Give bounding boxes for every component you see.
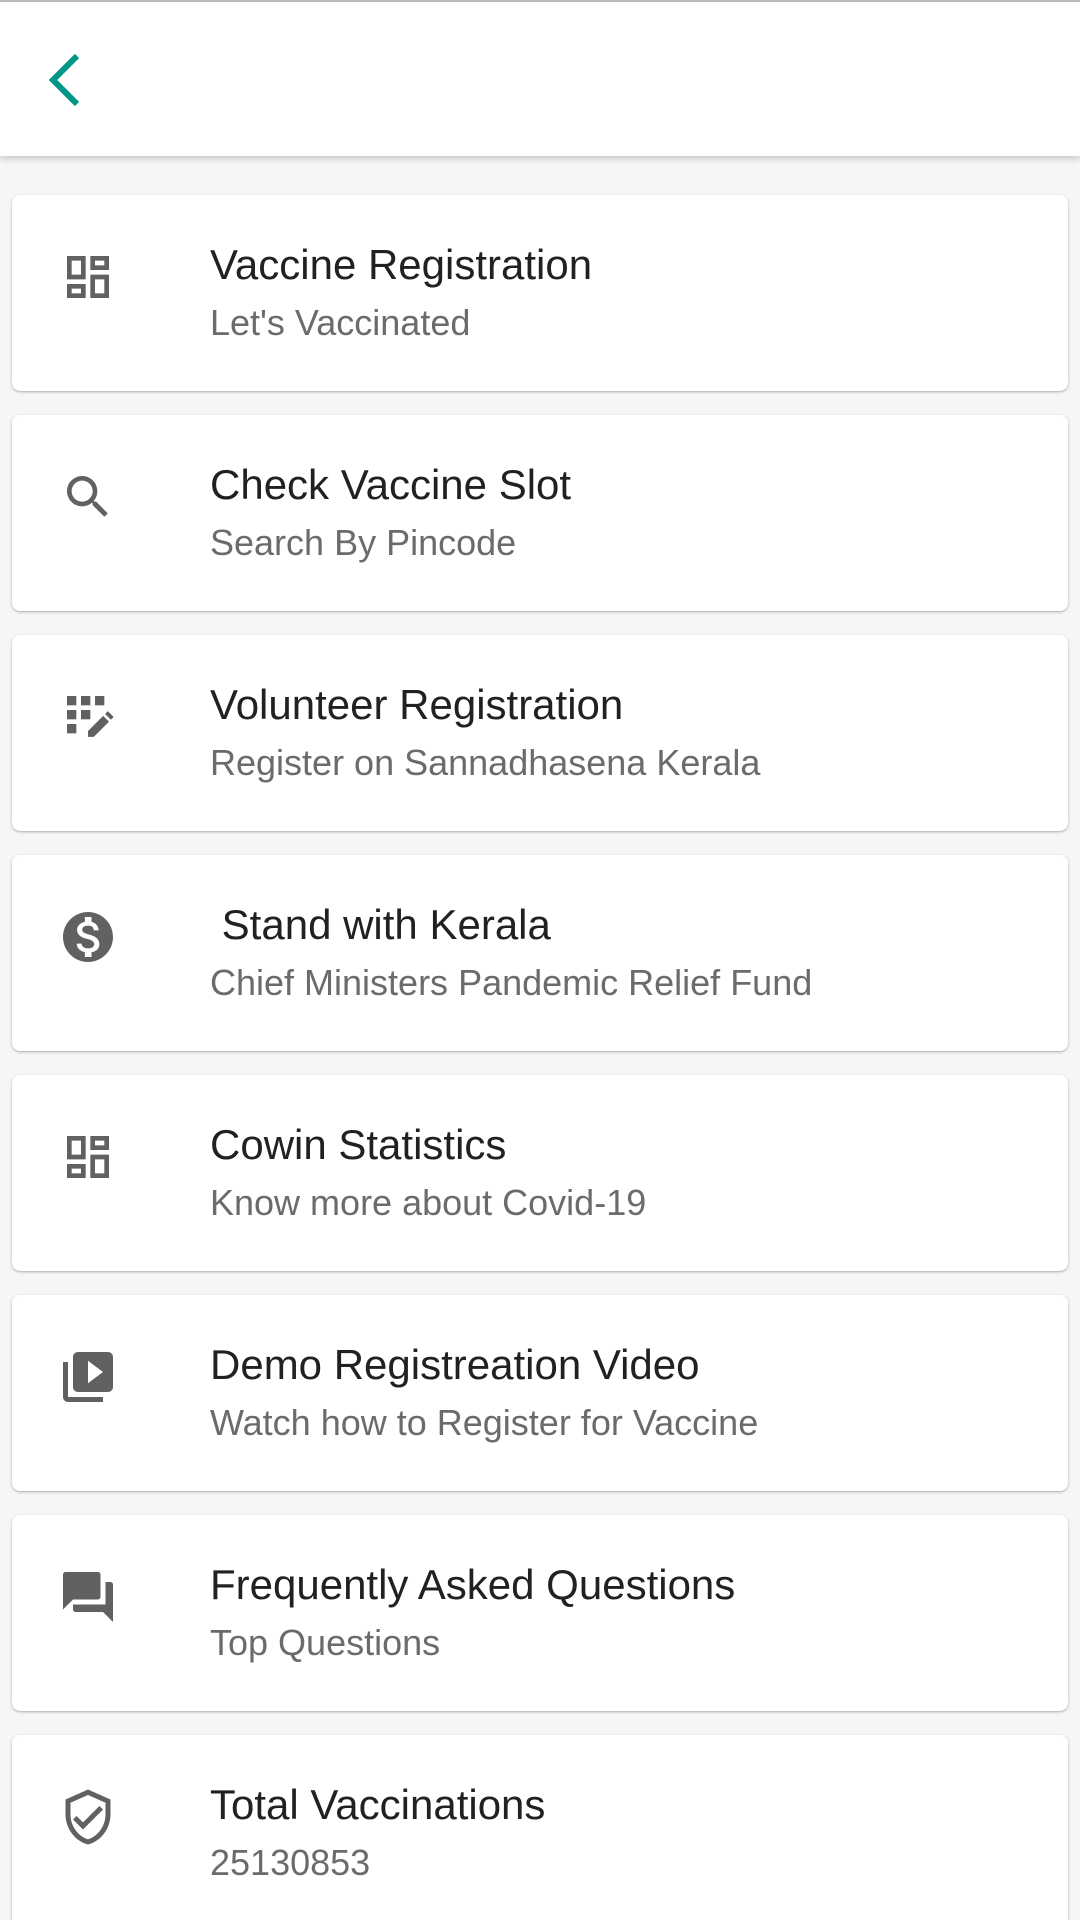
- card-subtitle: Let's Vaccinated: [210, 302, 471, 343]
- dollar-circle-icon: [56, 905, 120, 969]
- faq-card[interactable]: Frequently Asked Questions Top Questions: [12, 1515, 1068, 1711]
- card-subtitle: Know more about Covid-19: [210, 1182, 647, 1223]
- card-title: Stand with Kerala: [210, 901, 551, 948]
- app-screen: Vaccine Registration Let's Vaccinated Ch…: [0, 0, 1080, 1920]
- app-bar: [0, 2, 1080, 156]
- total-vaccinations-card[interactable]: Total Vaccinations 25130853: [12, 1735, 1068, 1920]
- card-title: Vaccine Registration: [210, 241, 593, 288]
- card-subtitle: Top Questions: [210, 1622, 441, 1663]
- card-title: Check Vaccine Slot: [210, 461, 572, 508]
- vaccine-registration-card[interactable]: Vaccine Registration Let's Vaccinated: [12, 195, 1068, 391]
- dashboard-icon: [56, 245, 120, 309]
- menu-list: Vaccine Registration Let's Vaccinated Ch…: [12, 195, 1070, 1920]
- card-title: Volunteer Registration: [210, 681, 624, 728]
- card-title: Frequently Asked Questions: [210, 1561, 736, 1608]
- verified-shield-icon: [56, 1785, 120, 1849]
- card-subtitle: Chief Ministers Pandemic Relief Fund: [210, 962, 813, 1003]
- grid-edit-icon: [56, 685, 120, 749]
- check-vaccine-slot-card[interactable]: Check Vaccine Slot Search By Pincode: [12, 415, 1068, 611]
- forum-icon: [56, 1565, 120, 1629]
- video-library-icon: [56, 1345, 120, 1409]
- chevron-left-icon: [48, 53, 80, 107]
- card-title: Total Vaccinations: [210, 1781, 546, 1828]
- card-subtitle: 25130853: [210, 1842, 371, 1883]
- card-subtitle: Watch how to Register for Vaccine: [210, 1402, 759, 1443]
- card-subtitle: Register on Sannadhasena Kerala: [210, 742, 761, 783]
- demo-video-card[interactable]: Demo Registreation Video Watch how to Re…: [12, 1295, 1068, 1491]
- card-title: Cowin Statistics: [210, 1121, 507, 1168]
- dashboard-icon: [56, 1125, 120, 1189]
- card-title: Demo Registreation Video: [210, 1341, 700, 1388]
- stand-with-kerala-card[interactable]: Stand with Kerala Chief Ministers Pandem…: [12, 855, 1068, 1051]
- back-button[interactable]: [30, 32, 100, 128]
- cowin-statistics-card[interactable]: Cowin Statistics Know more about Covid-1…: [12, 1075, 1068, 1271]
- card-subtitle: Search By Pincode: [210, 522, 517, 563]
- search-icon: [56, 465, 120, 529]
- volunteer-registration-card[interactable]: Volunteer Registration Register on Sanna…: [12, 635, 1068, 831]
